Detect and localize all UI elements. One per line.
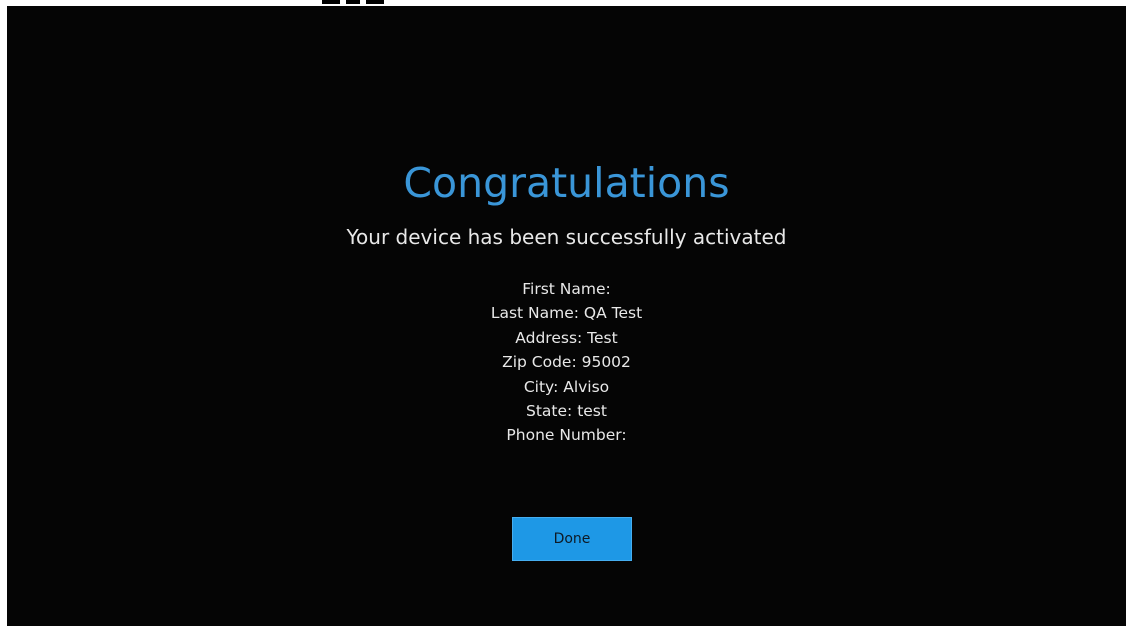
- activation-message: Your device has been successfully activa…: [346, 225, 787, 249]
- detail-city: City: Alviso: [523, 377, 610, 396]
- congratulations-title: Congratulations: [403, 159, 730, 207]
- top-edge-artifact: [322, 0, 392, 4]
- detail-state: State: test: [526, 402, 607, 421]
- done-button[interactable]: Done: [512, 517, 632, 561]
- screenshot-frame: Congratulations Your device has been suc…: [0, 0, 1128, 626]
- detail-phone-number: Phone Number:: [506, 426, 627, 445]
- account-details-list: First Name: Last Name: QA Test Address: …: [7, 277, 1126, 448]
- detail-address: Address: Test: [515, 328, 618, 347]
- detail-first-name: First Name:: [522, 280, 611, 298]
- detail-last-name: Last Name: QA Test: [490, 304, 643, 323]
- activation-screen: Congratulations Your device has been suc…: [7, 6, 1126, 626]
- detail-zip-code: Zip Code: 95002: [502, 353, 631, 372]
